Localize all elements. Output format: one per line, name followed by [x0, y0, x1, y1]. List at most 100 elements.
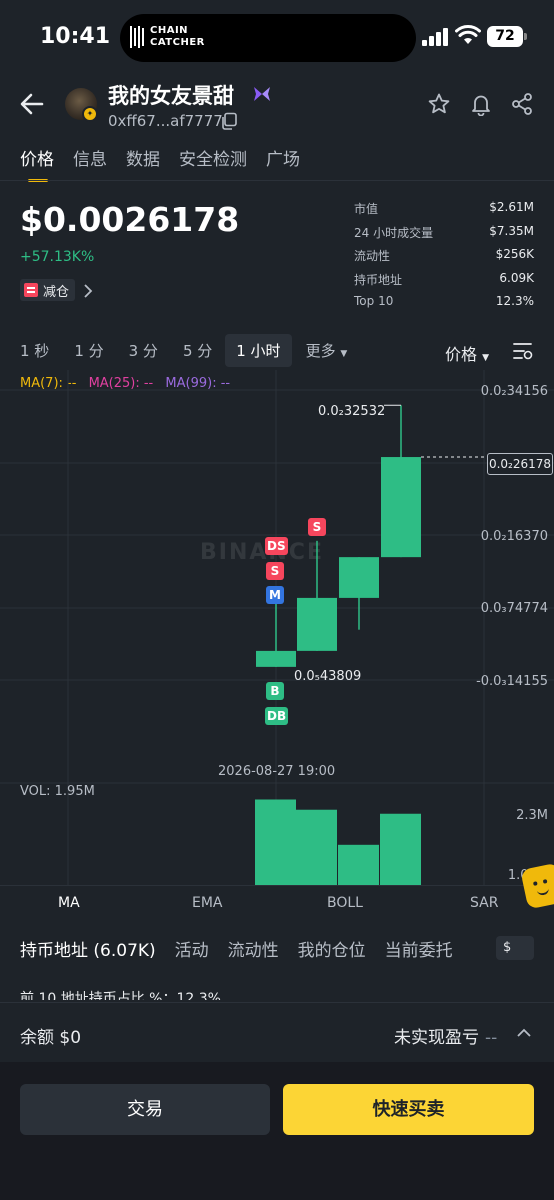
- candle-body: [256, 650, 296, 667]
- interval-more-label: 更多: [305, 341, 336, 360]
- stat-label: 持币地址: [354, 272, 403, 287]
- indicator-divider: [0, 885, 554, 886]
- trade-marker-b[interactable]: B: [266, 682, 284, 700]
- current-price-tag: 0.0₂26178: [487, 453, 553, 475]
- low-price-label: 0.0₅43809: [294, 669, 362, 684]
- stat-value: 6.09K: [499, 270, 534, 285]
- chaincatcher-logo-icon: [130, 26, 146, 48]
- trade-marker-m[interactable]: M: [266, 586, 284, 604]
- interval-selector: 1 秒 1 分 3 分 5 分 1 小时 更多 ▼: [20, 333, 348, 367]
- favorite-star-icon[interactable]: [427, 92, 451, 116]
- tab-square[interactable]: 广场: [266, 145, 300, 182]
- interval-1m[interactable]: 1 分: [74, 340, 103, 361]
- candle-body: [381, 457, 421, 558]
- chevron-right-icon[interactable]: [82, 283, 94, 299]
- reduce-icon: [24, 283, 38, 297]
- quick-trade-button[interactable]: 快速买卖: [283, 1084, 534, 1135]
- island-brand-text: CHAIN CATCHER: [150, 25, 205, 48]
- indicator-ma[interactable]: MA: [58, 895, 80, 911]
- contract-address: 0xff67...af7777: [108, 112, 223, 130]
- volume-bar: [338, 844, 379, 885]
- stat-label: 市值: [354, 202, 379, 216]
- indicator-ema[interactable]: EMA: [192, 895, 223, 911]
- trade-marker-db[interactable]: DB: [265, 707, 289, 725]
- stat-label: Top 10: [354, 294, 394, 308]
- chart-settings-icon[interactable]: [512, 341, 534, 361]
- trade-marker-s[interactable]: S: [266, 562, 284, 580]
- stat-row: 持币地址 6.09K: [354, 271, 534, 295]
- bell-alert-icon[interactable]: [469, 92, 493, 116]
- tabs-divider: [0, 180, 554, 181]
- token-name: 我的女友景甜: [108, 84, 234, 108]
- battery-icon: 72: [487, 26, 527, 47]
- candle-body: [339, 557, 379, 598]
- price-change: +57.13K%: [20, 249, 95, 265]
- tab-info[interactable]: 信息: [73, 145, 107, 182]
- price-axis-label: -0.0₃14155: [476, 674, 548, 689]
- top10-holding-text: 前 10 地址持币占比 %：12.3%: [20, 991, 221, 1000]
- stat-row: Top 10 12.3%: [354, 294, 534, 318]
- tab-my-positions[interactable]: 我的仓位: [298, 936, 366, 961]
- interval-5m[interactable]: 5 分: [183, 340, 212, 361]
- tab-price[interactable]: 价格: [20, 145, 54, 182]
- interval-1h[interactable]: 1 小时: [225, 333, 292, 367]
- crosshair-time-label: 2026-08-27 19:00: [218, 764, 336, 779]
- status-bar: 10:41 CHAIN CATCHER 72: [0, 0, 554, 72]
- stat-label: 24 小时成交量: [354, 225, 434, 240]
- main-tabs: 价格 信息 数据 安全检测 广场: [20, 145, 319, 182]
- candlestick-chart[interactable]: [0, 370, 554, 885]
- back-arrow-icon[interactable]: [18, 92, 46, 116]
- status-time: 10:41: [40, 24, 111, 49]
- tab-open-orders[interactable]: 当前委托: [385, 936, 453, 961]
- volume-bar: [296, 809, 337, 885]
- interval-3m[interactable]: 3 分: [129, 340, 158, 361]
- interval-more-dropdown[interactable]: 更多 ▼: [306, 340, 348, 361]
- trade-button[interactable]: 交易: [20, 1084, 270, 1135]
- market-stats: 市值 $2.61M 24 小时成交量 $7.35M 流动性 $256K 持币地址 6.0…: [354, 200, 534, 318]
- pnl-label: 未实现盈亏: [394, 1028, 479, 1048]
- pnl-value: --: [485, 1028, 498, 1048]
- stat-value: $7.35M: [489, 223, 534, 238]
- tab-activity[interactable]: 活动: [175, 936, 209, 961]
- reduce-label: 减仓: [43, 284, 70, 300]
- price-axis-label: 0.0₃74774: [480, 601, 548, 616]
- wifi-icon: [455, 25, 481, 44]
- balance-label: 余额 $0: [20, 1028, 82, 1048]
- tab-holders[interactable]: 持币地址 (6.07K): [20, 936, 156, 961]
- stat-label: 流动性: [354, 249, 391, 263]
- stat-value: $256K: [495, 247, 534, 261]
- indicator-sar[interactable]: SAR: [470, 895, 498, 911]
- bottom-action-bar: 交易 快速买卖: [0, 1062, 554, 1200]
- price-type-dropdown[interactable]: 价格 ▼: [445, 341, 489, 365]
- tab-security[interactable]: 安全检测: [179, 145, 247, 182]
- caret-down-icon: ▼: [340, 348, 348, 359]
- holder-tabs: 持币地址 (6.07K) 活动 流动性 我的仓位 当前委托: [20, 936, 472, 961]
- balance-bar: 余额 $0 未实现盈亏 --: [0, 1002, 554, 1062]
- copy-icon[interactable]: [220, 112, 238, 130]
- current-price: $0.0026178: [20, 200, 240, 239]
- chain-badge-icon: ✦: [82, 106, 98, 122]
- cellular-signal-icon: [422, 28, 450, 46]
- tab-liquidity[interactable]: 流动性: [228, 936, 279, 961]
- share-icon[interactable]: [510, 92, 534, 116]
- indicator-tabs: MA EMA BOLL SAR: [0, 895, 554, 915]
- caret-down-icon: ▼: [482, 353, 490, 363]
- volume-bar: [380, 813, 421, 885]
- trade-marker-s[interactable]: S: [308, 518, 326, 536]
- trade-marker-ds[interactable]: DS: [265, 537, 288, 555]
- stat-row: 24 小时成交量 $7.35M: [354, 224, 534, 248]
- tab-data[interactable]: 数据: [126, 145, 160, 182]
- verified-butterfly-icon: [254, 87, 270, 101]
- unrealized-pnl[interactable]: 未实现盈亏 --: [394, 1023, 497, 1048]
- currency-toggle[interactable]: $: [496, 936, 534, 960]
- interval-1s[interactable]: 1 秒: [20, 340, 49, 361]
- reduce-position-badge[interactable]: 减仓: [20, 279, 76, 301]
- stat-value: 12.3%: [495, 294, 534, 308]
- price-type-label: 价格: [445, 345, 478, 364]
- chevron-up-icon[interactable]: [516, 1027, 532, 1039]
- price-axis-label: 0.0₂16370: [480, 529, 548, 544]
- volume-axis-label: 2.3M: [516, 808, 548, 823]
- price-axis-label: 0.0₂34156: [480, 384, 548, 399]
- stat-row: 市值 $2.61M: [354, 200, 534, 224]
- indicator-boll[interactable]: BOLL: [327, 895, 363, 911]
